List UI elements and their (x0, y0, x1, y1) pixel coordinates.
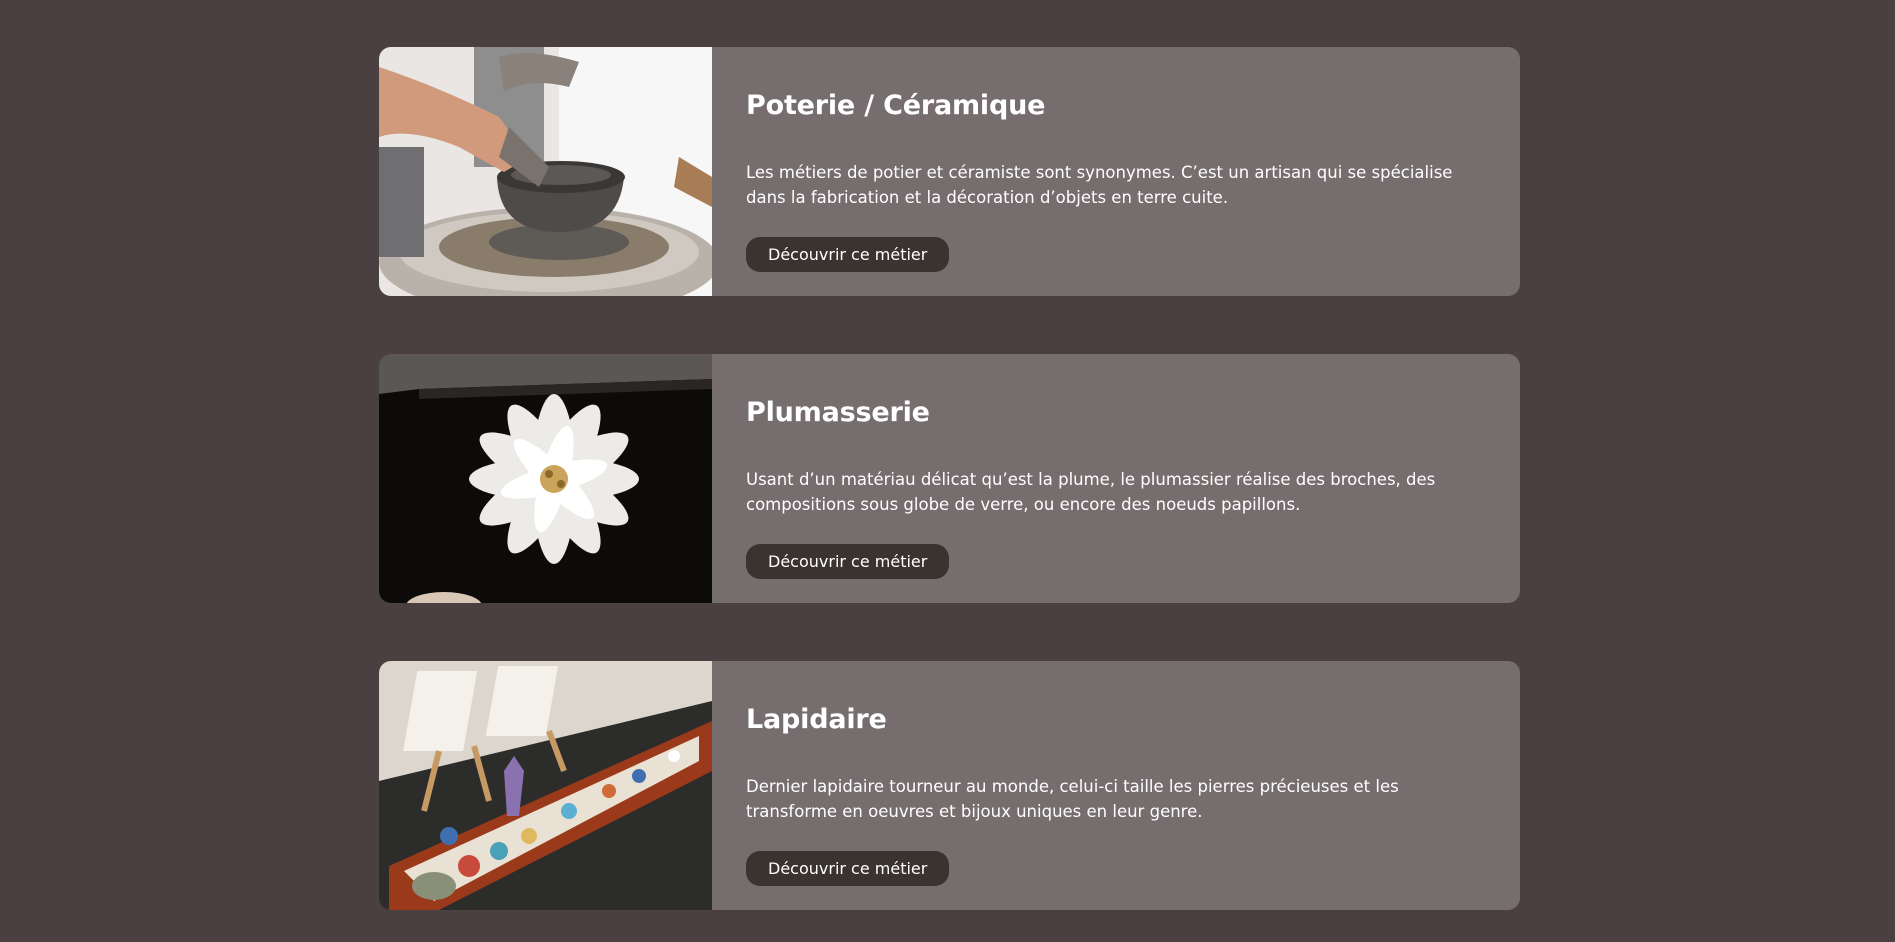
card-content: Lapidaire Dernier lapidaire tourneur au … (712, 661, 1520, 910)
card-description: Les métiers de potier et céramiste sont … (746, 163, 1453, 208)
craft-card-plumasserie: Plumasserie Usant d’un matériau délicat … (379, 354, 1520, 603)
card-content: Plumasserie Usant d’un matériau délicat … (712, 354, 1520, 603)
card-content: Poterie / Céramique Les métiers de potie… (712, 47, 1520, 296)
craft-card-lapidaire: Lapidaire Dernier lapidaire tourneur au … (379, 661, 1520, 910)
card-description: Dernier lapidaire tourneur au monde, cel… (746, 777, 1399, 822)
craft-list: Poterie / Céramique Les métiers de potie… (379, 47, 1520, 910)
card-title: Plumasserie (746, 397, 930, 428)
discover-button-poterie[interactable]: Découvrir ce métier (746, 237, 950, 273)
gemstone-display-image (379, 661, 712, 910)
feather-flower-image (379, 354, 712, 603)
card-description: Usant d’un matériau délicat qu’est la pl… (746, 470, 1436, 515)
discover-button-plumasserie[interactable]: Découvrir ce métier (746, 544, 950, 580)
pottery-wheel-image (379, 47, 712, 296)
discover-button-lapidaire[interactable]: Découvrir ce métier (746, 851, 950, 887)
card-title: Poterie / Céramique (746, 90, 1046, 121)
craft-card-poterie: Poterie / Céramique Les métiers de potie… (379, 47, 1520, 296)
card-title: Lapidaire (746, 704, 887, 735)
